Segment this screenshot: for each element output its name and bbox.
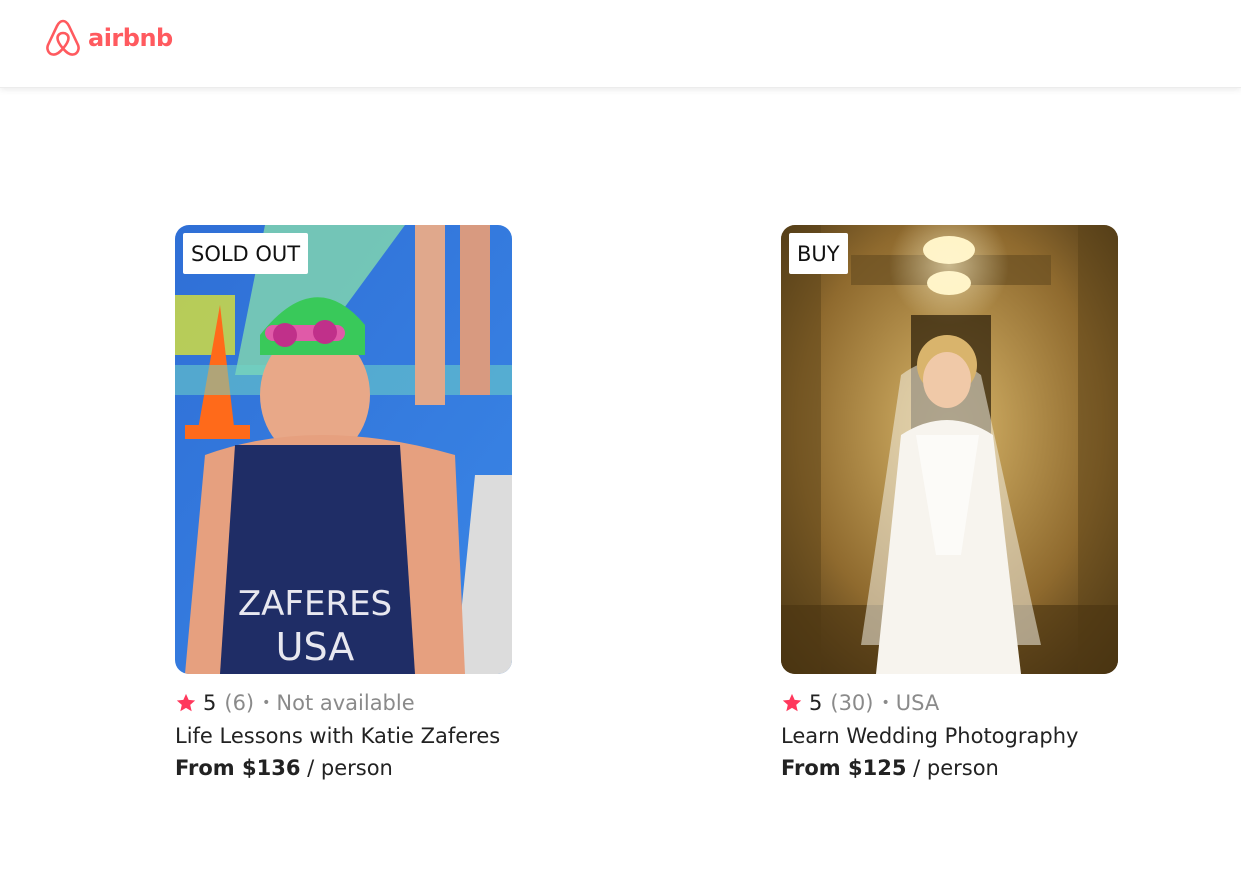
price-value: From $136 — [175, 756, 301, 780]
bride-photo-image — [781, 225, 1118, 674]
rating-row: 5 (6) • Not available — [175, 688, 512, 718]
top-header: airbnb — [0, 0, 1241, 88]
sold-out-badge: SOLD OUT — [183, 233, 309, 274]
rating-value: 5 — [809, 691, 823, 715]
location-text: USA — [895, 691, 940, 715]
rating-value: 5 — [203, 691, 217, 715]
price-value: From $125 — [781, 756, 907, 780]
separator-dot: • — [881, 695, 890, 711]
experience-card[interactable]: ZAFERES USA SOLD OUT 5 (6) • Not availab… — [175, 225, 512, 780]
experience-title[interactable]: Learn Wedding Photography — [781, 724, 1118, 748]
availability-text: Not available — [276, 691, 415, 715]
experience-photo[interactable]: ZAFERES USA SOLD OUT — [175, 225, 512, 674]
jersey-name-text: ZAFERES — [238, 584, 392, 624]
brand-wordmark: airbnb — [88, 24, 173, 52]
price-unit: / person — [913, 756, 999, 780]
athlete-photo-image: ZAFERES USA — [175, 225, 512, 674]
star-icon — [176, 693, 196, 712]
star-icon — [782, 693, 802, 712]
rating-row: 5 (30) • USA — [781, 688, 1118, 718]
price-row: From $125 / person — [781, 756, 1118, 780]
separator-dot: • — [262, 695, 271, 711]
airbnb-logo-link[interactable]: airbnb — [44, 18, 173, 58]
experience-photo[interactable]: BUY — [781, 225, 1118, 674]
price-row: From $136 / person — [175, 756, 512, 780]
buy-badge: BUY — [789, 233, 848, 274]
jersey-country-text: USA — [276, 625, 355, 669]
experience-card[interactable]: BUY 5 (30) • USA Learn Wedding Photograp… — [781, 225, 1118, 780]
experience-title[interactable]: Life Lessons with Katie Zaferes — [175, 724, 512, 748]
review-count: (6) — [224, 691, 255, 715]
airbnb-logo-icon — [46, 19, 80, 56]
review-count: (30) — [830, 691, 874, 715]
price-unit: / person — [307, 756, 393, 780]
